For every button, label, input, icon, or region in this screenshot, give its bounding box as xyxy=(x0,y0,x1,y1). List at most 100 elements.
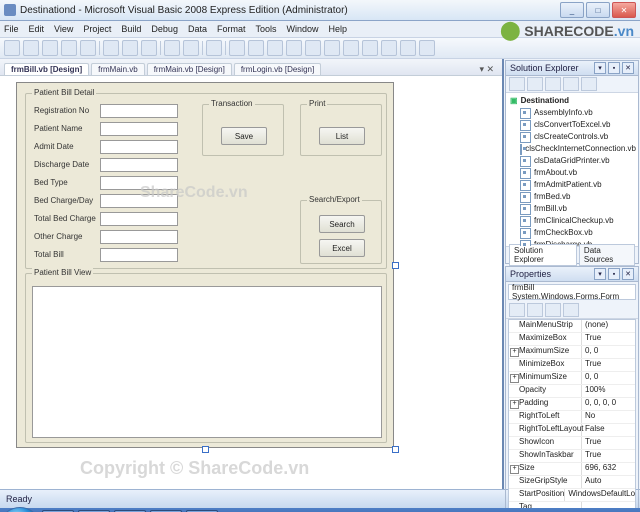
properties-icon[interactable] xyxy=(545,303,561,317)
form-frmbill[interactable]: Patient Bill Detail Registration No Pati… xyxy=(16,82,394,448)
start-button[interactable] xyxy=(2,507,38,512)
property-row[interactable]: ShowIconTrue xyxy=(509,437,635,450)
menu-tools[interactable]: Tools xyxy=(255,24,276,34)
open-icon[interactable] xyxy=(42,40,58,56)
tree-file[interactable]: frmAdmitPatient.vb xyxy=(508,179,636,191)
search-button[interactable]: Search xyxy=(319,215,365,233)
tree-file[interactable]: frmAbout.vb xyxy=(508,167,636,179)
input-bedtype[interactable] xyxy=(100,176,178,190)
add-item-icon[interactable] xyxy=(23,40,39,56)
tb-icon[interactable] xyxy=(229,40,245,56)
tree-file[interactable]: clsCheckInternetConnection.vb xyxy=(508,143,636,155)
tree-file[interactable]: frmBill.vb xyxy=(508,203,636,215)
property-row[interactable]: MaximizeBoxTrue xyxy=(509,333,635,346)
property-row[interactable]: MainMenuStrip(none) xyxy=(509,320,635,333)
close-button[interactable]: ✕ xyxy=(612,2,636,18)
save-all-icon[interactable] xyxy=(80,40,96,56)
tree-file[interactable]: clsCreateControls.vb xyxy=(508,131,636,143)
resize-handle[interactable] xyxy=(392,262,399,269)
tb-icon[interactable] xyxy=(324,40,340,56)
tb-icon[interactable] xyxy=(286,40,302,56)
input-disch[interactable] xyxy=(100,158,178,172)
bill-view-grid[interactable] xyxy=(32,286,382,438)
system-tray[interactable]: ▲ ▮ 🔊 2:38 CH13/10/16 xyxy=(571,508,636,512)
events-icon[interactable] xyxy=(563,303,579,317)
property-row[interactable]: Opacity100% xyxy=(509,385,635,398)
start-icon[interactable] xyxy=(206,40,222,56)
document-tab[interactable]: frmMain.vb [Design] xyxy=(147,63,232,75)
tree-file[interactable]: frmBed.vb xyxy=(508,191,636,203)
tree-file[interactable]: clsConvertToExcel.vb xyxy=(508,119,636,131)
save-icon[interactable] xyxy=(61,40,77,56)
tab-solution-explorer[interactable]: Solution Explorer xyxy=(509,244,577,266)
view-designer-icon[interactable] xyxy=(581,77,597,91)
tb-icon[interactable] xyxy=(381,40,397,56)
property-row[interactable]: RightToLeftLayoutFalse xyxy=(509,424,635,437)
resize-handle[interactable] xyxy=(392,446,399,453)
property-row[interactable]: ShowInTaskbarTrue xyxy=(509,450,635,463)
new-project-icon[interactable] xyxy=(4,40,20,56)
menu-window[interactable]: Window xyxy=(287,24,319,34)
input-bedcd[interactable] xyxy=(100,194,178,208)
menu-file[interactable]: File xyxy=(4,24,19,34)
property-row[interactable]: Size+696, 632 xyxy=(509,463,635,476)
property-grid[interactable]: MainMenuStrip(none)MaximizeBoxTrueMaximu… xyxy=(508,319,636,512)
property-row[interactable]: MaximumSize+0, 0 xyxy=(509,346,635,359)
show-all-icon[interactable] xyxy=(527,77,543,91)
alphabetical-icon[interactable] xyxy=(527,303,543,317)
menu-project[interactable]: Project xyxy=(83,24,111,34)
input-name[interactable] xyxy=(100,122,178,136)
menu-debug[interactable]: Debug xyxy=(151,24,178,34)
property-row[interactable]: MinimumSize+0, 0 xyxy=(509,372,635,385)
menu-edit[interactable]: Edit xyxy=(29,24,45,34)
menu-help[interactable]: Help xyxy=(329,24,348,34)
solution-tree[interactable]: ▣ DestinationdAssemblyInfo.vbclsConvertT… xyxy=(506,93,638,246)
tb-icon[interactable] xyxy=(362,40,378,56)
document-tab[interactable]: frmLogin.vb [Design] xyxy=(234,63,321,75)
tree-file[interactable]: frmCheckBox.vb xyxy=(508,227,636,239)
property-row[interactable]: StartPositionWindowsDefaultLocat xyxy=(509,489,635,502)
input-reg[interactable] xyxy=(100,104,178,118)
tab-data-sources[interactable]: Data Sources xyxy=(579,244,635,266)
menu-build[interactable]: Build xyxy=(121,24,141,34)
dropdown-icon[interactable]: ▾ xyxy=(594,268,606,280)
pin-icon[interactable]: ▪ xyxy=(608,62,620,74)
input-other[interactable] xyxy=(100,230,178,244)
menu-format[interactable]: Format xyxy=(217,24,246,34)
close-icon[interactable]: ✕ xyxy=(622,62,634,74)
save-button[interactable]: Save xyxy=(221,127,267,145)
tree-file[interactable]: clsDataGridPrinter.vb xyxy=(508,155,636,167)
view-code-icon[interactable] xyxy=(563,77,579,91)
tb-icon[interactable] xyxy=(419,40,435,56)
tree-file[interactable]: frmClinicalCheckup.vb xyxy=(508,215,636,227)
close-icon[interactable]: ✕ xyxy=(622,268,634,280)
list-button[interactable]: List xyxy=(319,127,365,145)
tb-icon[interactable] xyxy=(305,40,321,56)
document-tab[interactable]: frmBill.vb [Design] xyxy=(4,63,89,75)
menu-view[interactable]: View xyxy=(54,24,73,34)
undo-icon[interactable] xyxy=(164,40,180,56)
tb-icon[interactable] xyxy=(343,40,359,56)
document-tab[interactable]: frmMain.vb xyxy=(91,63,145,75)
categorized-icon[interactable] xyxy=(509,303,525,317)
redo-icon[interactable] xyxy=(183,40,199,56)
properties-icon[interactable] xyxy=(509,77,525,91)
property-selector[interactable]: frmBill System.Windows.Forms.Form xyxy=(508,284,636,300)
input-totbed[interactable] xyxy=(100,212,178,226)
form-designer[interactable]: Patient Bill Detail Registration No Pati… xyxy=(0,76,502,489)
menu-data[interactable]: Data xyxy=(188,24,207,34)
tree-file[interactable]: AssemblyInfo.vb xyxy=(508,107,636,119)
maximize-button[interactable]: □ xyxy=(586,2,610,18)
tb-icon[interactable] xyxy=(400,40,416,56)
property-row[interactable]: RightToLeftNo xyxy=(509,411,635,424)
refresh-icon[interactable] xyxy=(545,77,561,91)
pin-icon[interactable]: ▪ xyxy=(608,268,620,280)
property-row[interactable]: SizeGripStyleAuto xyxy=(509,476,635,489)
input-total[interactable] xyxy=(100,248,178,262)
tb-icon[interactable] xyxy=(248,40,264,56)
property-row[interactable]: MinimizeBoxTrue xyxy=(509,359,635,372)
tab-close-icon[interactable]: ▾ ✕ xyxy=(475,64,498,75)
resize-handle[interactable] xyxy=(202,446,209,453)
minimize-button[interactable]: _ xyxy=(560,2,584,18)
copy-icon[interactable] xyxy=(122,40,138,56)
